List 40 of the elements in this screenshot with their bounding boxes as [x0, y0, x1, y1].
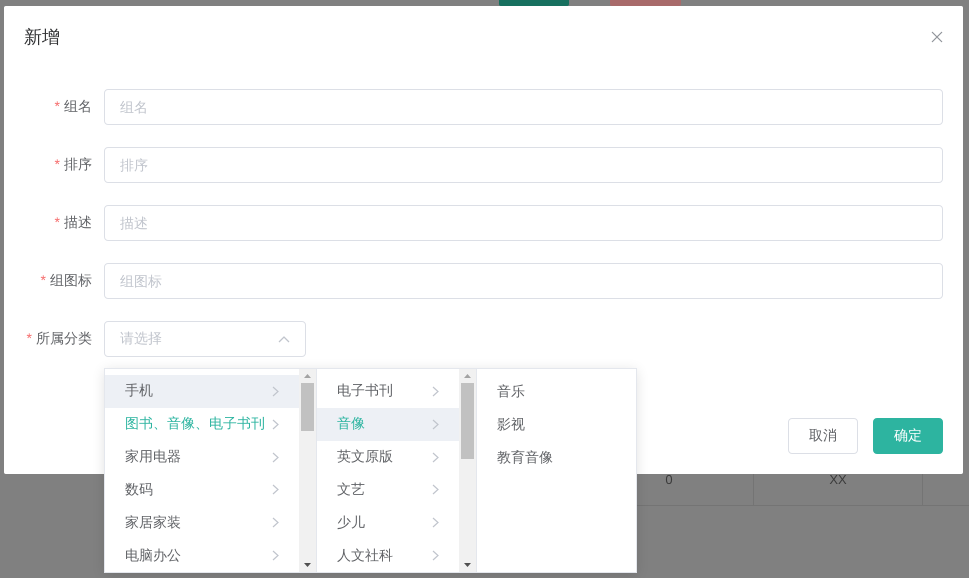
cascader-option[interactable]: 影视	[477, 408, 636, 441]
cascader-option[interactable]: 教育音像	[477, 441, 636, 474]
cascader-option[interactable]: 文艺	[317, 473, 459, 506]
cascader-option[interactable]: 家居家装	[105, 506, 299, 540]
cascader-option[interactable]: 电脑办公	[105, 539, 299, 572]
close-icon[interactable]	[931, 31, 943, 43]
required-mark: *	[54, 98, 60, 114]
cascader-option[interactable]: 英文原版	[317, 440, 459, 474]
scroll-up-icon[interactable]	[304, 374, 311, 378]
cascader-option[interactable]: 人文社科	[317, 539, 459, 572]
cascader-option[interactable]: 音乐	[477, 375, 636, 408]
text-field[interactable]: 组名	[104, 89, 943, 125]
caret-icon	[278, 335, 290, 343]
field-label: 组图标	[50, 272, 92, 288]
scroll-down-icon[interactable]	[304, 563, 311, 567]
cancel-button[interactable]: 取消	[788, 418, 858, 454]
cascader-option[interactable]: 手机	[105, 375, 299, 408]
scrollbar[interactable]	[299, 369, 316, 572]
field-label: 所属分类	[36, 330, 92, 346]
text-field[interactable]: 组图标	[104, 263, 943, 299]
text-field[interactable]: 描述	[104, 205, 943, 241]
scroll-up-icon[interactable]	[464, 374, 471, 378]
cascader-option[interactable]: 数码	[105, 473, 299, 506]
cascader-option[interactable]: 家用电器	[105, 440, 299, 474]
cascader-option[interactable]: 少儿	[317, 506, 459, 540]
required-mark: *	[54, 156, 60, 172]
dialog-title: 新增	[24, 26, 60, 49]
scroll-down-icon[interactable]	[464, 563, 471, 567]
field-label: 排序	[64, 156, 92, 172]
select-placeholder: 请选择	[120, 330, 162, 348]
scrollbar-thumb[interactable]	[301, 383, 314, 431]
required-mark: *	[26, 330, 32, 346]
text-field[interactable]: 排序	[104, 147, 943, 183]
scrollbar[interactable]	[459, 369, 476, 572]
scrollbar-thumb[interactable]	[461, 383, 474, 459]
required-mark: *	[40, 272, 46, 288]
field-label: 描述	[64, 214, 92, 230]
field-label: 组名	[64, 98, 92, 114]
required-mark: *	[54, 214, 60, 230]
cascader-option[interactable]: 电子书刊	[317, 375, 459, 408]
